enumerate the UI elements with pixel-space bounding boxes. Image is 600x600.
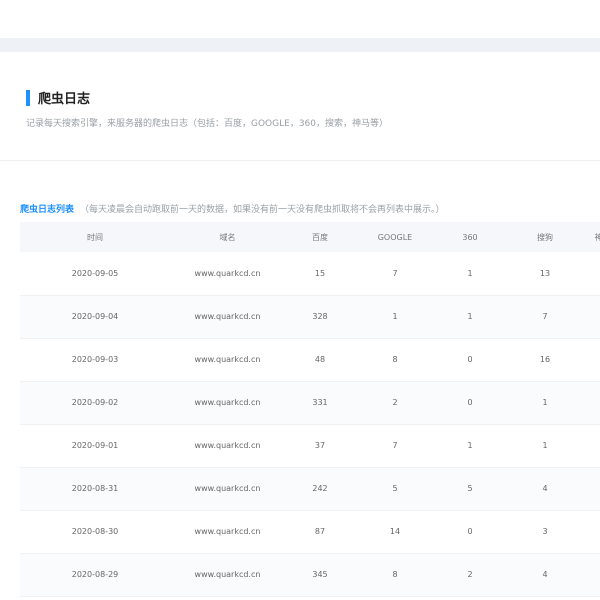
cell-shenma: 0 (585, 381, 600, 424)
table-header-row: 时间 域名 百度 GOOGLE 360 搜狗 神马 (20, 222, 600, 252)
cell-domain: www.quarkcd.cn (194, 441, 261, 450)
page-title-text: 爬虫日志 (38, 92, 91, 107)
cell-shenma: 0 (585, 338, 600, 381)
table-row: 2020-08-30 www.quarkcd.cn 87 14 0 3 0 (20, 510, 600, 553)
column-header-360[interactable]: 360 (435, 222, 505, 252)
cell-google: 8 (392, 355, 398, 364)
cell-domain: www.quarkcd.cn (194, 398, 261, 407)
cell-360: 0 (467, 398, 473, 407)
cell-domain: www.quarkcd.cn (194, 312, 261, 321)
cell-baidu: 48 (314, 355, 326, 364)
cell-360: 5 (467, 484, 473, 493)
table-row: 2020-08-29 www.quarkcd.cn 345 8 2 4 0 (20, 553, 600, 596)
cell-google: 1 (392, 312, 398, 321)
cell-360: 0 (467, 527, 473, 536)
cell-google: 7 (392, 441, 398, 450)
cell-shenma: 0 (585, 424, 600, 467)
cell-google: 8 (392, 570, 398, 579)
cell-shenma: 0 (585, 252, 600, 295)
column-header-domain[interactable]: 域名 (170, 222, 285, 252)
cell-360: 2 (467, 570, 473, 579)
cell-domain: www.quarkcd.cn (194, 527, 261, 536)
cell-time: 2020-09-03 (71, 355, 119, 364)
cell-sogou: 16 (539, 355, 551, 364)
cell-sogou: 1 (542, 441, 548, 450)
cell-sogou: 1 (542, 398, 548, 407)
cell-google: 7 (392, 268, 398, 278)
cell-sogou: 3 (542, 527, 548, 536)
page-title: 爬虫日志 (26, 88, 90, 107)
cell-time: 2020-09-05 (71, 268, 119, 278)
table-row: 2020-09-04 www.quarkcd.cn 328 1 1 7 2 (20, 295, 600, 338)
page-description: 记录每天搜索引擎，来服务器的爬虫日志（包括：百度，GOOGLE，360，搜索，神… (26, 119, 388, 129)
table-row: 2020-09-01 www.quarkcd.cn 37 7 1 1 0 (20, 424, 600, 467)
list-title: 爬虫日志列表 (20, 205, 75, 215)
table-row: 2020-08-31 www.quarkcd.cn 242 5 5 4 0 (20, 467, 600, 510)
cell-baidu: 242 (312, 484, 328, 493)
cell-360: 0 (467, 355, 473, 364)
table-row: 2020-09-02 www.quarkcd.cn 331 2 0 1 0 (20, 381, 600, 424)
cell-domain: www.quarkcd.cn (194, 355, 261, 364)
cell-baidu: 87 (314, 527, 326, 536)
cell-time: 2020-09-02 (71, 398, 119, 407)
cell-shenma: 0 (585, 510, 600, 553)
column-header-shenma[interactable]: 神马 (585, 222, 600, 252)
column-header-baidu[interactable]: 百度 (285, 222, 355, 252)
cell-sogou: 7 (542, 312, 548, 321)
cell-domain: www.quarkcd.cn (194, 570, 261, 579)
column-header-google[interactable]: GOOGLE (355, 222, 435, 252)
cell-domain: www.quarkcd.cn (194, 484, 261, 493)
cell-time: 2020-08-30 (71, 527, 119, 536)
table-row: 2020-09-03 www.quarkcd.cn 48 8 0 16 0 (20, 338, 600, 381)
cell-time: 2020-08-29 (71, 570, 119, 579)
cell-shenma: 2 (585, 295, 600, 338)
section-divider (0, 160, 600, 161)
cell-shenma: 0 (585, 553, 600, 596)
cell-google: 14 (389, 527, 401, 536)
column-header-sogou[interactable]: 搜狗 (505, 222, 585, 252)
cell-baidu: 15 (314, 268, 326, 278)
cell-360: 1 (467, 268, 473, 278)
crawler-log-table: 时间 域名 百度 GOOGLE 360 搜狗 神马 2020-09-05 www… (20, 222, 600, 597)
column-header-time[interactable]: 时间 (20, 222, 170, 252)
cell-baidu: 328 (312, 312, 328, 321)
cell-time: 2020-09-01 (71, 441, 119, 450)
cell-time: 2020-09-04 (71, 312, 119, 321)
table-row: 2020-09-05 www.quarkcd.cn 15 7 1 13 0 (20, 252, 600, 295)
cell-google: 5 (392, 484, 398, 493)
cell-baidu: 331 (312, 398, 328, 407)
cell-baidu: 37 (314, 441, 326, 450)
list-header: 爬虫日志列表 （每天凌晨会自动跑取前一天的数据，如果没有前一天没有爬虫抓取将不会再… (20, 202, 445, 215)
cell-domain: www.quarkcd.cn (194, 268, 261, 278)
content-panel: 爬虫日志 记录每天搜索引擎，来服务器的爬虫日志（包括：百度，GOOGLE，360… (0, 52, 600, 600)
list-note: （每天凌晨会自动跑取前一天的数据，如果没有前一天没有爬虫抓取将不会再列表中展示。… (80, 205, 445, 215)
cell-360: 1 (467, 312, 473, 321)
cell-shenma: 0 (585, 467, 600, 510)
title-accent-bar (26, 89, 30, 106)
top-bar (0, 0, 600, 38)
cell-sogou: 13 (539, 268, 551, 278)
cell-sogou: 4 (542, 570, 548, 579)
cell-baidu: 345 (312, 570, 328, 579)
cell-time: 2020-08-31 (71, 484, 119, 493)
cell-sogou: 4 (542, 484, 548, 493)
cell-360: 1 (467, 441, 473, 450)
cell-google: 2 (392, 398, 398, 407)
